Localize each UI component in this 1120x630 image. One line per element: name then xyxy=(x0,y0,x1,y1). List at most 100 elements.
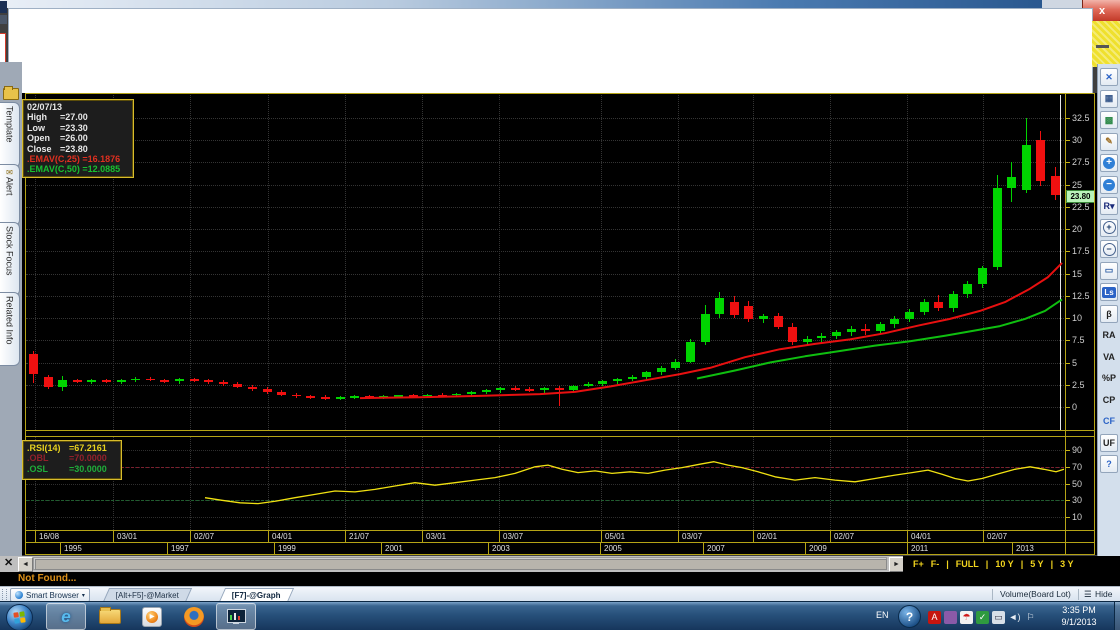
firefox-icon xyxy=(184,606,204,627)
rsi-info-row: .OSL =30.0000 xyxy=(27,463,107,474)
panel-frame xyxy=(1094,93,1095,555)
scrollbar-track[interactable] xyxy=(33,557,887,570)
ohlc-info-box: 02/07/13 High =27.00 Low =23.30 Open =26.00 Cl… xyxy=(22,99,134,178)
panel-frame xyxy=(25,93,1095,94)
x-axis-date-label: 02/01 xyxy=(757,532,778,541)
range-button-5y[interactable]: 5 Y xyxy=(1030,559,1043,569)
last-price-tag: 23.80 xyxy=(1066,190,1095,203)
axis-tick xyxy=(167,543,168,554)
rsi-y-axis-label: 30 xyxy=(1072,495,1083,505)
taskbar-clock[interactable]: 3:35 PM 9/1/2013 xyxy=(1046,604,1112,628)
axis-tick xyxy=(274,543,275,554)
app-tab-bar: Smart Browser ▾ [Alt+F5]-@Market [F7]-@G… xyxy=(0,586,1120,602)
range-separator: | xyxy=(1020,559,1024,569)
range-button-3y[interactable]: 3 Y xyxy=(1060,559,1073,569)
y-axis-label: 15 xyxy=(1072,269,1083,279)
language-indicator[interactable]: EN xyxy=(876,610,889,620)
scroll-right-button[interactable]: ► xyxy=(889,557,904,572)
panel-frame xyxy=(25,542,1095,543)
volume-board-lot-selector[interactable]: Volume(Board Lot) xyxy=(1000,589,1071,599)
axis-tick xyxy=(601,531,602,542)
smart-browser-icon xyxy=(15,591,23,599)
x-axis-date-label: 04/01 xyxy=(272,532,293,541)
screen: x Template ✉ Alert Stock Focus Related Info … xyxy=(0,0,1120,630)
x-axis-date-label: 16/08 xyxy=(39,532,60,541)
taskbar-stock-app[interactable] xyxy=(216,603,256,630)
y-axis-label: 10 xyxy=(1072,313,1083,323)
range-button-zone: F+ F- | FULL | 10 Y | 5 Y | 3 Y xyxy=(903,556,1120,572)
folder-icon xyxy=(99,607,121,624)
x-axis-date-label: 02/07 xyxy=(834,532,855,541)
y-axis-label: 12.5 xyxy=(1072,291,1090,301)
range-button-full[interactable]: FULL xyxy=(956,559,979,569)
y-axis-label: 25 xyxy=(1072,180,1083,190)
range-separator: | xyxy=(1050,559,1054,569)
internet-explorer-icon: e xyxy=(61,606,71,626)
windows-taskbar: e ▶ EN ? A ☂ ✓ ▭ ◄) ⚐ 3:35 PM 9/1/2013 xyxy=(0,601,1120,630)
y-axis-label: 27.5 xyxy=(1072,157,1090,167)
tab-graph[interactable]: [F7]-@Graph xyxy=(218,588,294,602)
axis-tick xyxy=(830,531,831,542)
x-axis-date-label: 03/07 xyxy=(682,532,703,541)
price-plot-area[interactable] xyxy=(26,95,1064,430)
help-orb-icon[interactable]: ? xyxy=(898,605,921,628)
y-axis-label: 5 xyxy=(1072,358,1078,368)
rsi-info-row: .RSI(14) =67.2161 xyxy=(27,443,107,453)
taskbar-media-player[interactable]: ▶ xyxy=(132,603,172,630)
avira-antivirus-icon[interactable]: ☂ xyxy=(960,611,973,624)
axis-tick xyxy=(190,531,191,542)
x-axis-year-label: 1995 xyxy=(64,544,82,553)
status-text: Not Found... xyxy=(18,573,77,584)
close-bottom-icon[interactable]: ✕ xyxy=(4,556,13,569)
scrollbar-thumb[interactable] xyxy=(35,559,887,570)
x-axis-date-label: 05/01 xyxy=(605,532,626,541)
axis-tick xyxy=(488,543,489,554)
info-date: 02/07/13 xyxy=(27,102,63,112)
panel-frame xyxy=(1065,93,1066,555)
scroll-left-button[interactable]: ◄ xyxy=(18,557,33,572)
display-settings-icon[interactable]: ▭ xyxy=(992,611,1005,624)
start-button[interactable] xyxy=(6,604,33,630)
horizontal-scroll-row: ✕ ◄ ► xyxy=(0,556,904,572)
range-button-10y[interactable]: 10 Y xyxy=(995,559,1013,569)
action-center-flag-icon[interactable]: ⚐ xyxy=(1024,611,1037,624)
axis-tick xyxy=(268,531,269,542)
rsi-plot-area[interactable] xyxy=(26,437,1064,530)
security-app-icon[interactable]: ✓ xyxy=(976,611,989,624)
x-axis-year-label: 2011 xyxy=(911,544,929,553)
taskbar-firefox[interactable] xyxy=(174,603,214,630)
smart-browser-button[interactable]: Smart Browser ▾ xyxy=(10,588,90,602)
info-row: High =27.00 xyxy=(27,112,88,123)
rsi-y-axis-label: 50 xyxy=(1072,479,1083,489)
taskbar-file-explorer[interactable] xyxy=(90,603,130,630)
rsi-y-axis-label: 90 xyxy=(1072,445,1083,455)
x-axis-year-label: 2001 xyxy=(385,544,403,553)
axis-tick xyxy=(381,543,382,554)
y-axis-label: 2.5 xyxy=(1072,380,1085,390)
info-row: .EMAV(C,25) =16.1876 xyxy=(27,154,121,165)
y-axis-label: 0 xyxy=(1072,402,1078,412)
toolbar-grip xyxy=(2,589,7,600)
show-desktop-button[interactable] xyxy=(1114,602,1120,630)
volume-speaker-icon[interactable]: ◄) xyxy=(1008,611,1021,624)
adobe-reader-icon[interactable]: A xyxy=(928,611,941,624)
axis-tick xyxy=(753,531,754,542)
range-separator: | xyxy=(985,559,989,569)
range-button-f+[interactable]: F+ xyxy=(913,559,924,569)
rsi-info-row: .OBL =70.0000 xyxy=(27,453,107,464)
tab-market[interactable]: [Alt+F5]-@Market xyxy=(102,588,193,602)
x-axis-year-label: 1997 xyxy=(171,544,189,553)
axis-tick xyxy=(805,543,806,554)
axis-tick xyxy=(600,543,601,554)
y-axis-label: 32.5 xyxy=(1072,113,1090,123)
x-axis-year-label: 2013 xyxy=(1016,544,1034,553)
taskbar-internet-explorer[interactable]: e xyxy=(46,603,86,630)
stock-chart-app-icon xyxy=(226,608,246,625)
windows-flag-icon xyxy=(13,611,26,624)
axis-tick xyxy=(35,531,36,542)
panel-frame xyxy=(25,430,1095,431)
purple-app-icon[interactable] xyxy=(944,611,957,624)
range-button-f-[interactable]: F- xyxy=(931,559,940,569)
x-axis-date-label: 04/01 xyxy=(911,532,932,541)
hide-button[interactable]: Hide xyxy=(1095,589,1112,599)
